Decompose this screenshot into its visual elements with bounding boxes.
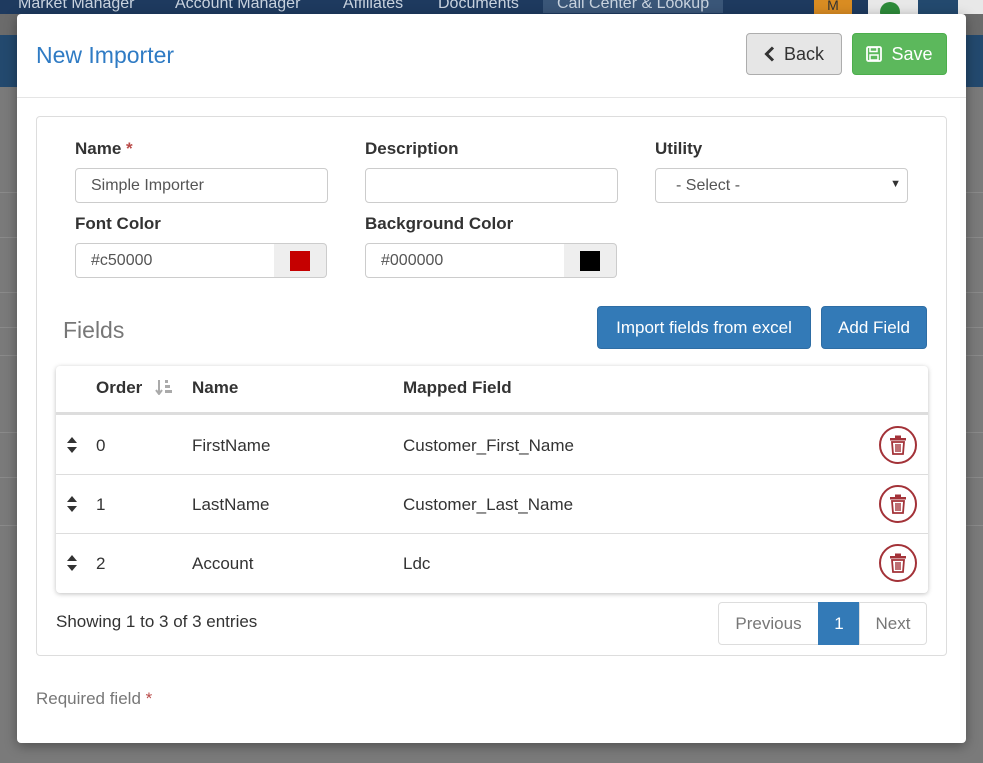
row-order: 0 — [96, 436, 106, 455]
nav-documents: Documents — [438, 0, 519, 12]
background-user-badge: M — [814, 0, 852, 14]
table-header-divider — [56, 412, 928, 415]
fields-table: Order Name Mapped Field 0 FirstName Cust… — [56, 366, 928, 593]
nav-market-manager: Market Manager — [18, 0, 135, 12]
utility-label: Utility — [655, 139, 703, 158]
importer-form-panel: Name * Simple Importer Description Utili… — [36, 116, 947, 656]
row-mapped-field: Customer_Last_Name — [403, 495, 574, 514]
font-color-input[interactable]: #c50000 — [75, 243, 275, 278]
font-color-swatch — [290, 250, 310, 271]
caret-down-icon: ▼ — [890, 178, 901, 190]
background-color-picker[interactable] — [564, 243, 617, 278]
drag-handle-icon[interactable] — [66, 495, 78, 513]
delete-row-button[interactable] — [879, 544, 917, 582]
chevron-left-icon — [764, 46, 775, 62]
row-name: LastName — [192, 495, 270, 514]
required-field-note: Required field * — [36, 689, 152, 709]
fields-heading: Fields — [63, 317, 125, 343]
column-header-order[interactable]: Order — [96, 378, 173, 398]
utility-selected-value: - Select - — [676, 176, 741, 194]
column-header-mapped-field[interactable]: Mapped Field — [403, 378, 512, 398]
drag-handle-icon[interactable] — [66, 554, 78, 572]
background-logo — [868, 0, 983, 14]
font-color-label: Font Color — [75, 214, 161, 233]
column-header-order-text: Order — [96, 378, 143, 397]
font-color-picker[interactable] — [274, 243, 327, 278]
column-header-name[interactable]: Name — [192, 378, 238, 398]
row-order: 1 — [96, 495, 106, 514]
pagination-page-1[interactable]: 1 — [818, 602, 860, 645]
save-button[interactable]: Save — [852, 33, 947, 75]
name-label-text: Name — [75, 139, 122, 158]
modal-title: New Importer — [36, 42, 175, 68]
table-row: 0 FirstName Customer_First_Name — [56, 416, 928, 475]
pagination-next[interactable]: Next — [859, 602, 927, 645]
nav-call-center: Call Center & Lookup — [543, 0, 724, 13]
background-color-swatch — [580, 250, 600, 271]
row-name: FirstName — [192, 436, 271, 455]
trash-icon — [890, 494, 906, 514]
nav-affiliates: Affiliates — [343, 0, 404, 12]
add-field-button[interactable]: Add Field — [821, 306, 927, 349]
save-button-label: Save — [891, 43, 933, 64]
delete-row-button[interactable] — [879, 426, 917, 464]
required-field-text: Required field — [36, 689, 141, 708]
back-button[interactable]: Back — [746, 33, 842, 75]
trash-icon — [890, 553, 906, 573]
name-label: Name * — [75, 139, 133, 159]
required-field-asterisk: * — [145, 689, 153, 708]
modal-header: New Importer Back Save — [17, 14, 966, 98]
table-info: Showing 1 to 3 of 3 entries — [56, 612, 258, 631]
delete-row-button[interactable] — [879, 485, 917, 523]
import-fields-button[interactable]: Import fields from excel — [597, 306, 811, 349]
background-color-label: Background Color — [365, 214, 514, 233]
row-order: 2 — [96, 554, 106, 573]
table-row: 2 Account Ldc — [56, 534, 928, 593]
background-color-input[interactable]: #000000 — [365, 243, 565, 278]
back-button-label: Back — [783, 43, 825, 64]
floppy-disk-icon — [866, 46, 883, 62]
description-input[interactable] — [365, 168, 618, 203]
description-label: Description — [365, 139, 459, 158]
row-mapped-field: Ldc — [403, 554, 431, 573]
sort-ascending-icon — [155, 380, 173, 396]
required-asterisk: * — [126, 139, 133, 158]
row-mapped-field: Customer_First_Name — [403, 436, 574, 455]
row-name: Account — [192, 554, 254, 573]
drag-handle-icon[interactable] — [66, 436, 78, 454]
trash-icon — [890, 435, 906, 455]
new-importer-modal: New Importer Back Save Name * Simple Imp… — [17, 14, 966, 743]
pagination-previous[interactable]: Previous — [718, 602, 819, 645]
nav-account-manager: Account Manager — [175, 0, 301, 12]
utility-select[interactable]: - Select - ▼ — [655, 168, 908, 203]
table-row: 1 LastName Customer_Last_Name — [56, 475, 928, 534]
name-input[interactable]: Simple Importer — [75, 168, 328, 203]
